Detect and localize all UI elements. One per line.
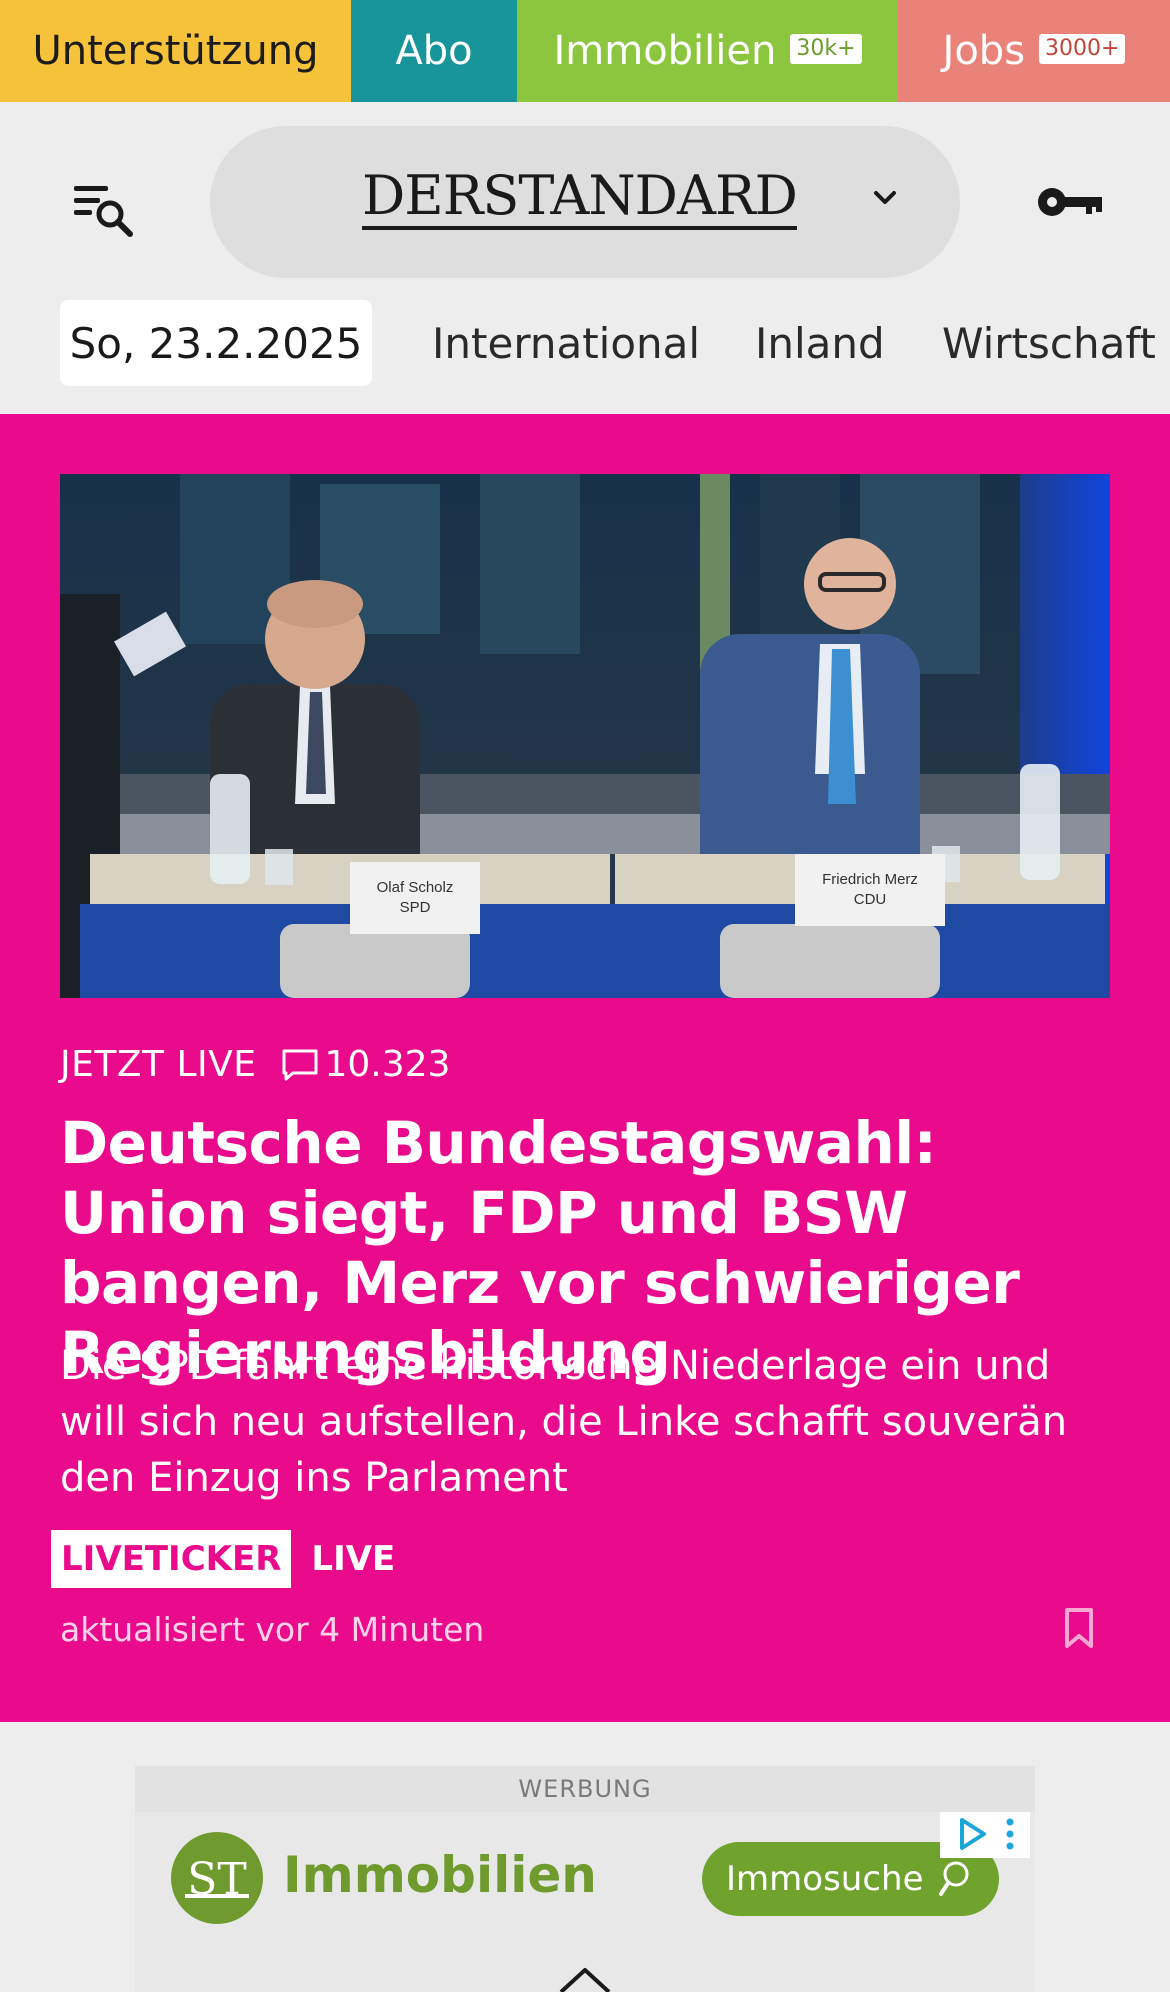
nameplate-right-party: CDU bbox=[854, 891, 887, 908]
ad-choices[interactable] bbox=[940, 1812, 1030, 1858]
immobilien-count-badge: 30k+ bbox=[790, 34, 862, 64]
story-lead: Die SPD fährt eine historische Niederlag… bbox=[60, 1343, 1068, 1501]
abo-link[interactable]: Abo bbox=[351, 0, 517, 102]
abo-label: Abo bbox=[395, 28, 473, 74]
nav-item-inland[interactable]: Inland bbox=[755, 300, 885, 386]
site-header: DERSTANDARD bbox=[0, 102, 1170, 300]
nameplate-left-name: Olaf Scholz bbox=[377, 879, 454, 896]
ad-banner[interactable]: ST Immobilien Immosuche bbox=[135, 1812, 1035, 1992]
advertisement[interactable]: WERBUNG ST Immobilien Immosuche bbox=[135, 1766, 1035, 1992]
st-logo-icon: ST bbox=[171, 1832, 263, 1924]
live-status: JETZT LIVE bbox=[60, 1043, 257, 1085]
nav-date[interactable]: So, 23.2.2025 bbox=[60, 300, 372, 386]
bookmark-icon[interactable] bbox=[1062, 1606, 1096, 1650]
immobilien-label: Immobilien bbox=[553, 28, 777, 74]
nav-item-wirtschaft[interactable]: Wirtschaft bbox=[942, 300, 1156, 386]
search-icon bbox=[939, 1861, 969, 1896]
updated-timestamp: aktualisiert vor 4 Minuten bbox=[60, 1610, 485, 1649]
hero-story[interactable]: Olaf Scholz SPD Friedrich Merz CDU JETZT… bbox=[0, 414, 1170, 1722]
site-logo: DERSTANDARD bbox=[362, 168, 798, 230]
hero-image[interactable]: Olaf Scholz SPD Friedrich Merz CDU bbox=[60, 474, 1110, 998]
liveticker-tag: LIVETICKER bbox=[51, 1530, 292, 1588]
live-tag: LIVE bbox=[311, 1539, 396, 1579]
adchoices-icon bbox=[960, 1818, 1014, 1850]
ad-label: WERBUNG bbox=[135, 1766, 1035, 1812]
menu-search-icon[interactable] bbox=[72, 180, 138, 240]
chevron-down-icon bbox=[870, 182, 900, 212]
immosuche-label: Immosuche bbox=[726, 1859, 924, 1899]
key-icon[interactable] bbox=[1036, 182, 1106, 222]
support-link[interactable]: Unterstützung bbox=[0, 0, 351, 102]
story-tags: LIVETICKER LIVE bbox=[51, 1530, 395, 1588]
section-nav: So, 23.2.2025 International Inland Wirts… bbox=[0, 300, 1170, 414]
nameplate-right-name: Friedrich Merz bbox=[822, 871, 918, 888]
logo-edition-switcher[interactable]: DERSTANDARD bbox=[210, 126, 960, 278]
ad-brand: Immobilien bbox=[283, 1846, 597, 1904]
nav-item-international[interactable]: International bbox=[432, 300, 700, 386]
immobilien-link[interactable]: Immobilien 30k+ bbox=[517, 0, 898, 102]
jobs-count-badge: 3000+ bbox=[1039, 34, 1126, 64]
comment-count[interactable]: 10.323 bbox=[325, 1044, 451, 1085]
story-meta: JETZT LIVE 10.323 bbox=[60, 1040, 450, 1088]
nameplate-left-party: SPD bbox=[400, 899, 431, 916]
comment-icon[interactable] bbox=[281, 1047, 319, 1081]
jobs-label: Jobs bbox=[942, 28, 1026, 74]
support-label: Unterstützung bbox=[32, 28, 319, 74]
chevron-up-icon[interactable] bbox=[555, 1962, 615, 1992]
top-service-bar: Unterstützung Abo Immobilien 30k+ Jobs 3… bbox=[0, 0, 1170, 102]
jobs-link[interactable]: Jobs 3000+ bbox=[898, 0, 1170, 102]
